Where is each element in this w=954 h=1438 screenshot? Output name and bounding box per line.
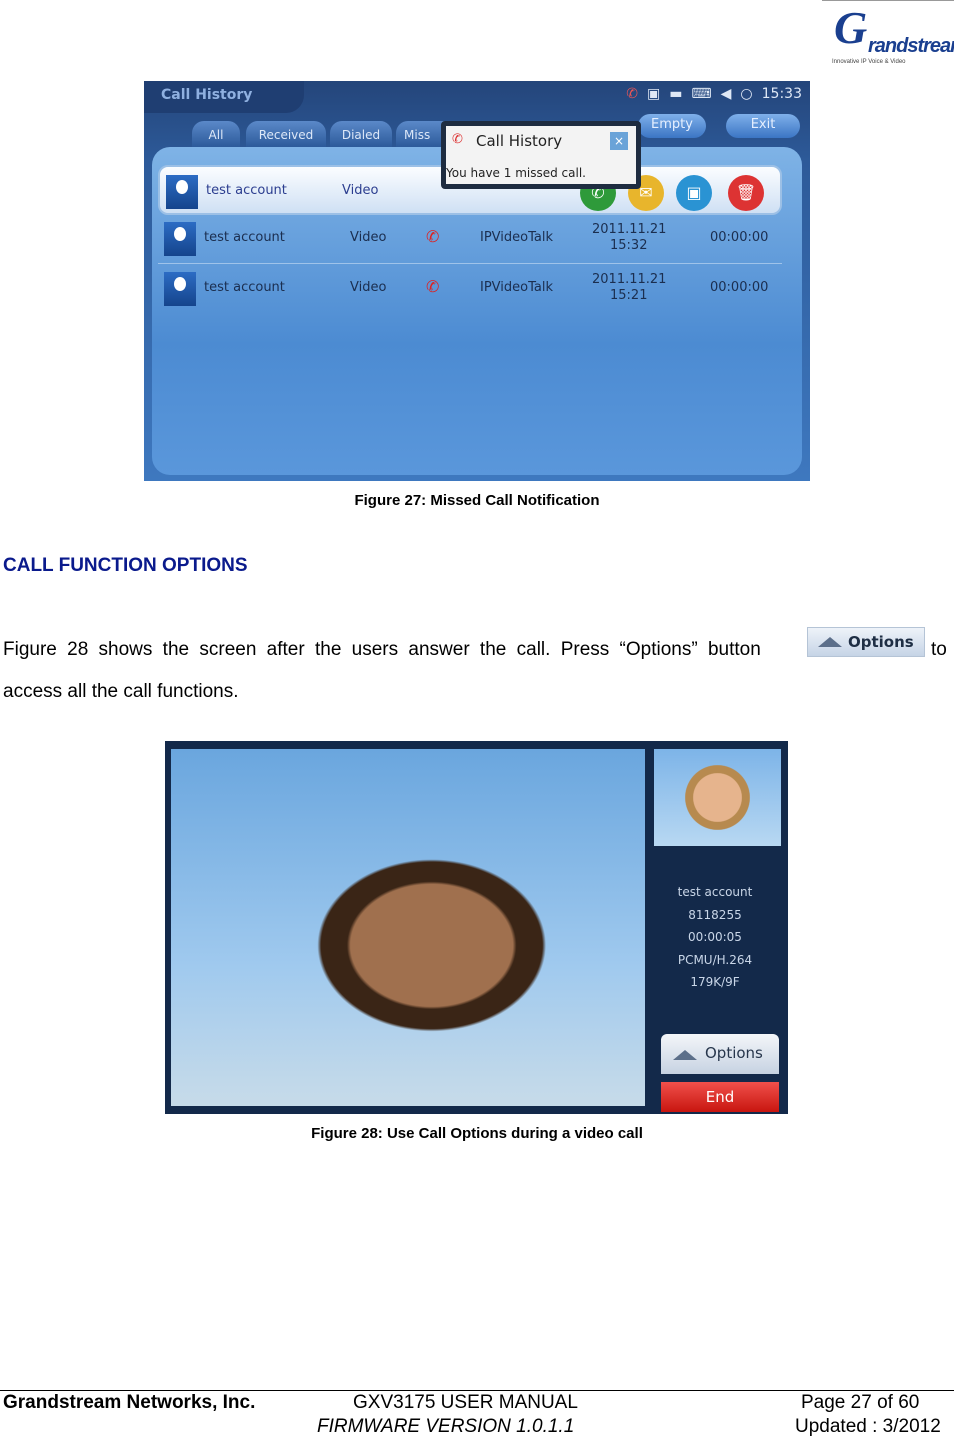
keyboard-icon: ⌨ [691, 86, 712, 102]
footer-company: Grandstream Networks, Inc. [3, 1392, 256, 1413]
footer-page: Page 27 of 60 [801, 1392, 920, 1413]
inline-options-button-image: Options [807, 627, 925, 657]
exit-button[interactable]: Exit [726, 114, 800, 138]
sync-icon: ○ [740, 86, 753, 102]
call-row[interactable]: test account Video ✆ IPVideoTalk 2011.11… [158, 214, 782, 264]
clock: 15:33 [761, 86, 802, 102]
end-call-button[interactable]: End [661, 1082, 779, 1112]
missed-call-popup: ✆ Call History × You have 1 missed call. [441, 121, 641, 189]
figure-27-caption: Figure 27: Missed Call Notification [354, 492, 600, 509]
missed-call-icon: ✆ [626, 86, 638, 102]
remote-video [171, 749, 645, 1106]
footer-firmware: FIRMWARE VERSION 1.0.1.1 [317, 1416, 575, 1437]
account-icon: ▣ [646, 86, 661, 102]
section-heading: CALL FUNCTION OPTIONS [3, 555, 248, 576]
local-video-preview [654, 749, 781, 846]
delete-button[interactable]: 🗑 [728, 175, 764, 211]
empty-button[interactable]: Empty [638, 114, 706, 138]
figure-27-screenshot: Call History ✆ ▣ ▬ ⌨ ◀ ○ 15:33 All Recei… [144, 81, 810, 481]
avatar [164, 272, 196, 306]
contact-button[interactable]: ▣ [676, 175, 712, 211]
close-icon[interactable]: × [610, 132, 628, 150]
chevron-up-icon [673, 1050, 697, 1060]
avatar [166, 175, 198, 209]
tab-all[interactable]: All [192, 121, 240, 147]
figure-28-screenshot: test account 8118255 00:00:05 PCMU/H.264… [165, 741, 788, 1114]
screen-title: Call History [144, 81, 304, 113]
missed-call-icon: ✆ [426, 227, 440, 246]
volume-icon: ◀ [720, 86, 732, 102]
chevron-up-icon [818, 637, 842, 647]
call-row[interactable]: test account Video ✆ IPVideoTalk 2011.11… [158, 264, 782, 314]
missed-call-icon: ✆ [426, 277, 440, 296]
camera-icon: ▬ [669, 86, 683, 102]
grandstream-logo: G randstream Innovative IP Voice & Video [822, 0, 954, 72]
footer-divider [0, 1390, 954, 1391]
footer-updated: Updated : 3/2012 [795, 1416, 941, 1437]
status-bar: ✆ ▣ ▬ ⌨ ◀ ○ 15:33 [626, 86, 802, 102]
figure-28-caption: Figure 28: Use Call Options during a vid… [311, 1125, 643, 1142]
tab-dialed[interactable]: Dialed [330, 121, 392, 147]
paragraph-line-2: access all the call functions. [3, 681, 239, 702]
footer-manual: GXV3175 USER MANUAL [353, 1392, 578, 1413]
tab-received[interactable]: Received [246, 121, 326, 147]
options-button[interactable]: Options [661, 1034, 779, 1074]
avatar [164, 222, 196, 256]
call-info: test account 8118255 00:00:05 PCMU/H.264… [677, 885, 753, 989]
missed-call-icon: ✆ [452, 132, 463, 147]
